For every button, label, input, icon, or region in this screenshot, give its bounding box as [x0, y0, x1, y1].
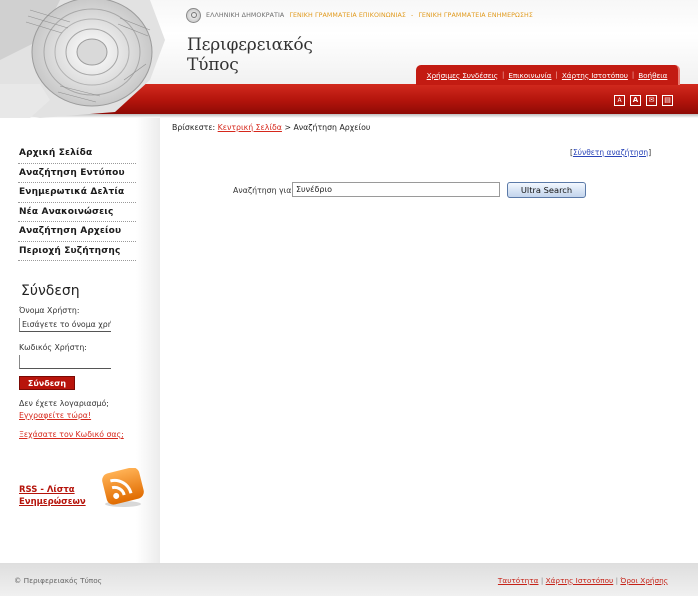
username-input[interactable]: [19, 318, 111, 332]
nav-contact[interactable]: Επικοινωνία: [508, 71, 551, 80]
register-link[interactable]: Εγγραφείτε τώρα!: [19, 411, 91, 420]
nav-useful-links[interactable]: Χρήσιμες Συνδέσεις: [427, 71, 498, 80]
copyright: © Περιφερειακός Τύπος: [14, 576, 102, 585]
menu-item-label[interactable]: Αναζήτηση Εντύπου: [19, 168, 125, 178]
login-button[interactable]: Σύνδεση: [19, 376, 75, 390]
rss-icon[interactable]: [100, 468, 144, 508]
login-title: Σύνδεση: [21, 283, 80, 299]
username-label: Όνομα Χρήστη:: [19, 306, 80, 315]
main-content: Βρίσκεστε: Κεντρική Σελίδα > Αναζήτηση Α…: [160, 118, 698, 563]
breadcrumb: Βρίσκεστε: Κεντρική Σελίδα > Αναζήτηση Α…: [172, 123, 370, 132]
government-strip: ΕΛΛΗΝΙΚΗ ΔΗΜΟΚΡΑΤΙΑ ΓΕΝΙΚΗ ΓΡΑΜΜΑΤΕΙΑ ΕΠ…: [186, 7, 533, 23]
advanced-search-link[interactable]: Σύνθετη αναζήτηση: [573, 148, 648, 157]
site-footer: © Περιφερειακός Τύπος Ταυτότητα | Χάρτης…: [0, 563, 698, 596]
gov-ministry: ΕΛΛΗΝΙΚΗ ΔΗΜΟΚΡΑΤΙΑ: [206, 11, 285, 19]
site-title-line2: Τύπος: [187, 55, 239, 75]
gov-secretariat-info[interactable]: ΓΕΝΙΚΗ ΓΡΑΜΜΑΤΕΙΑ ΕΝΗΜΕΡΩΣΗΣ: [418, 12, 533, 19]
breadcrumb-home-link[interactable]: Κεντρική Σελίδα: [218, 123, 282, 132]
menu-item-newsletters[interactable]: Ενημερωτικά Δελτία: [18, 183, 136, 203]
ultra-search-button[interactable]: Ultra Search: [507, 182, 586, 198]
menu-item-label[interactable]: Περιοχή Συζήτησης: [19, 246, 120, 256]
email-icon[interactable]: ✉: [646, 95, 657, 106]
nav-help[interactable]: Βοήθεια: [638, 71, 667, 80]
top-navigation: Χρήσιμες Συνδέσεις | Επικοινωνία | Χάρτη…: [416, 65, 680, 85]
menu-item-archive-search[interactable]: Αναζήτηση Αρχείου: [18, 222, 136, 242]
search-input[interactable]: [292, 182, 500, 197]
menu-item-announcements[interactable]: Νέα Ανακοινώσεις: [18, 203, 136, 222]
rss-link[interactable]: RSS - Λίστα Ενημερώσεων: [19, 484, 99, 508]
breadcrumb-separator: >: [284, 123, 291, 132]
breadcrumb-current: Αναζήτηση Αρχείου: [293, 123, 371, 132]
menu-item-label[interactable]: Νέα Ανακοινώσεις: [19, 207, 113, 217]
breadcrumb-prefix: Βρίσκεστε:: [172, 123, 216, 132]
font-larger-icon[interactable]: A: [630, 95, 641, 106]
no-account-text: Δεν έχετε λογαριασμό;: [19, 399, 109, 408]
font-smaller-icon[interactable]: A: [614, 95, 625, 106]
menu-item-print-search[interactable]: Αναζήτηση Εντύπου: [18, 164, 136, 183]
footer-sitemap-link[interactable]: Χάρτης Ιστοτόπου: [546, 576, 614, 585]
forgot-password-link[interactable]: Ξεχάσατε τον Κωδικό σας;: [19, 430, 124, 439]
menu-item-label[interactable]: Ενημερωτικά Δελτία: [19, 187, 124, 197]
menu-item-label[interactable]: Αρχική Σελίδα: [19, 148, 92, 158]
greek-emblem-icon: [186, 7, 201, 23]
gov-secretariat-comm[interactable]: ΓΕΝΙΚΗ ΓΡΑΜΜΑΤΕΙΑ ΕΠΙΚΟΙΝΩΝΙΑΣ: [289, 12, 406, 19]
password-label: Κωδικός Χρήστη:: [19, 343, 87, 352]
tool-icons: A A ✉ ▤: [614, 95, 673, 106]
site-title[interactable]: Περιφερειακός Τύπος: [187, 35, 313, 75]
search-label: Αναζήτηση για: [233, 186, 292, 195]
password-input[interactable]: [19, 355, 111, 369]
menu-item-home[interactable]: Αρχική Σελίδα: [18, 144, 136, 164]
nav-sitemap[interactable]: Χάρτης Ιστοτόπου: [562, 71, 628, 80]
site-header: ΕΛΛΗΝΙΚΗ ΔΗΜΟΚΡΑΤΙΑ ΓΕΝΙΚΗ ΓΡΑΜΜΑΤΕΙΑ ΕΠ…: [0, 0, 698, 118]
footer-terms-link[interactable]: Όροι Χρήσης: [620, 576, 668, 585]
site-title-line1: Περιφερειακός: [187, 35, 313, 55]
menu-item-label[interactable]: Αναζήτηση Αρχείου: [19, 226, 121, 236]
footer-identity-link[interactable]: Ταυτότητα: [498, 576, 539, 585]
menu-item-discussion[interactable]: Περιοχή Συζήτησης: [18, 242, 136, 261]
advanced-search: [Σύνθετη αναζήτηση]: [570, 148, 652, 157]
gov-separator: -: [410, 11, 414, 19]
main-menu: Αρχική Σελίδα Αναζήτηση Εντύπου Ενημερωτ…: [18, 144, 136, 261]
footer-links: Ταυτότητα | Χάρτης Ιστοτόπου | Όροι Χρήσ…: [497, 576, 668, 585]
print-icon[interactable]: ▤: [662, 95, 673, 106]
newspaper-roll-icon: [0, 0, 165, 118]
